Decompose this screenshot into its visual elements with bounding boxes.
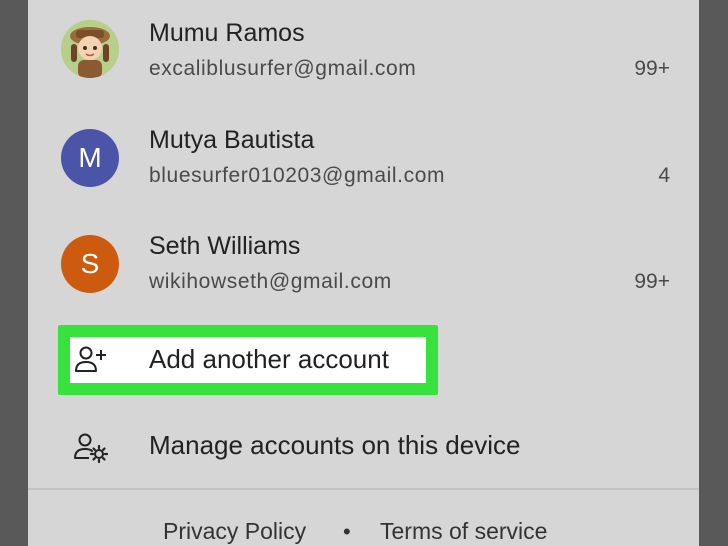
unread-count: 4 <box>658 164 670 187</box>
screen: Mumu Ramos excaliblusurfer@gmail.com 99+… <box>0 0 728 546</box>
account-name: Seth Williams <box>149 232 301 260</box>
terms-of-service-link[interactable]: Terms of service <box>380 518 547 545</box>
footer: Privacy Policy • Terms of service <box>28 514 699 546</box>
account-name: Mumu Ramos <box>149 19 305 47</box>
add-another-account-button[interactable]: Add another account <box>28 328 699 392</box>
footer-separator: • <box>343 519 351 544</box>
account-name: Mutya Bautista <box>149 126 315 154</box>
avatar-photo <box>61 20 119 78</box>
account-switcher-sheet: Mumu Ramos excaliblusurfer@gmail.com 99+… <box>28 0 699 546</box>
account-row-seth-williams[interactable]: S Seth Williams wikihowseth@gmail.com 99… <box>28 212 699 308</box>
account-row-mumu-ramos[interactable]: Mumu Ramos excaliblusurfer@gmail.com 99+ <box>28 0 699 96</box>
account-email: bluesurfer010203@gmail.com <box>149 164 446 187</box>
manage-accounts-icon <box>74 430 109 464</box>
avatar-letter: S <box>61 235 119 293</box>
account-row-mutya-bautista[interactable]: M Mutya Bautista bluesurfer010203@gmail.… <box>28 106 699 202</box>
divider <box>28 488 699 490</box>
unread-count: 99+ <box>634 270 670 293</box>
account-email: excaliblusurfer@gmail.com <box>149 57 417 80</box>
manage-accounts-label: Manage accounts on this device <box>149 430 521 460</box>
unread-count: 99+ <box>634 57 670 80</box>
account-email: wikihowseth@gmail.com <box>149 270 392 293</box>
privacy-policy-link[interactable]: Privacy Policy <box>163 518 306 545</box>
avatar-illustration <box>61 20 119 78</box>
add-another-account-label: Add another account <box>149 344 389 374</box>
avatar-letter: M <box>61 129 119 187</box>
manage-accounts-button[interactable]: Manage accounts on this device <box>28 414 699 478</box>
person-add-icon <box>74 343 108 377</box>
